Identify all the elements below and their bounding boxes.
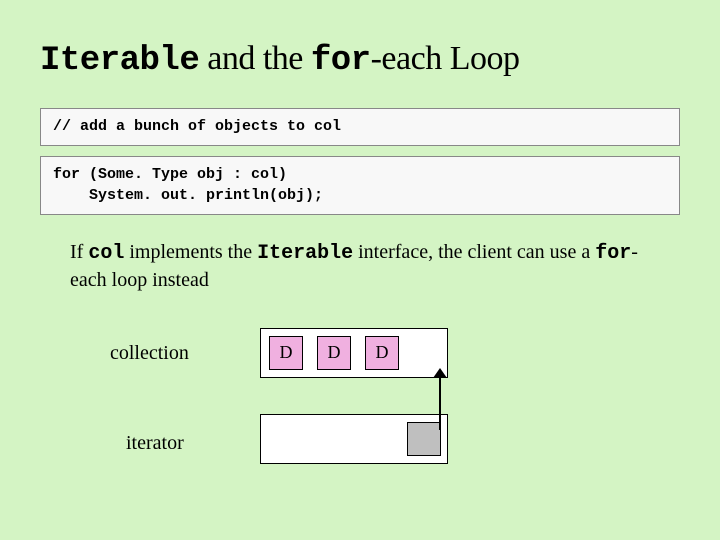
collection-label: collection	[110, 342, 189, 365]
explanation-text: If col implements the Iterable interface…	[70, 239, 660, 294]
arrow-line	[439, 374, 441, 430]
iterator-cursor	[407, 422, 441, 456]
para-code-iterable: Iterable	[257, 242, 353, 265]
diagram: collection iterator D D D	[100, 324, 680, 494]
title-code-2: for	[311, 42, 371, 80]
title-text-1: and the	[199, 40, 311, 77]
para-code-for: for	[595, 242, 631, 265]
code-block-comment: // add a bunch of objects to col	[40, 108, 680, 146]
iterator-box	[260, 414, 448, 464]
title-text-2: -each Loop	[371, 40, 520, 77]
data-cell: D	[269, 336, 303, 370]
iterator-label: iterator	[126, 432, 184, 455]
arrow-head-icon	[433, 368, 447, 378]
para-t2: implements the	[124, 241, 257, 263]
para-code-col: col	[88, 242, 124, 265]
data-cell: D	[317, 336, 351, 370]
data-cell: D	[365, 336, 399, 370]
slide-title: Iterable and the for-each Loop	[40, 40, 680, 80]
code-block-loop: for (Some. Type obj : col) System. out. …	[40, 156, 680, 215]
collection-box: D D D	[260, 328, 448, 378]
para-t3: interface, the client can use a	[353, 241, 595, 263]
para-t1: If	[70, 241, 88, 263]
title-code-1: Iterable	[40, 42, 199, 80]
